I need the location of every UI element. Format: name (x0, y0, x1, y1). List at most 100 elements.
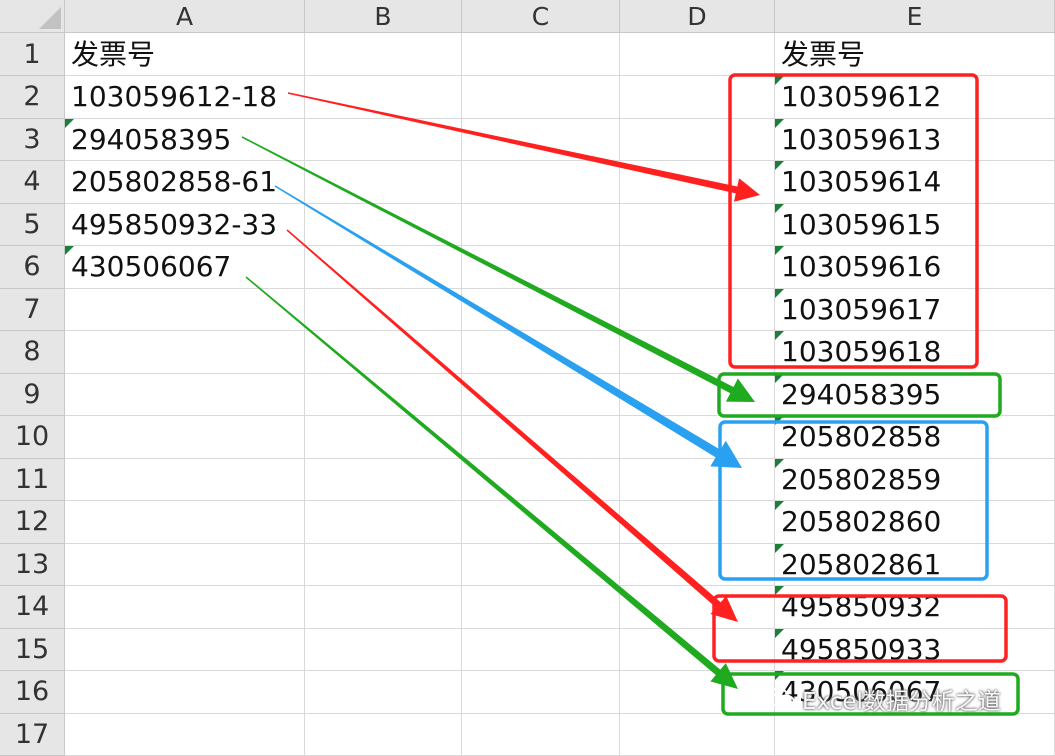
column-header-e[interactable]: E (775, 0, 1055, 33)
cell-b2[interactable] (305, 76, 462, 119)
cell-c12[interactable] (462, 501, 620, 544)
cell-a10[interactable] (65, 416, 305, 459)
cell-a15[interactable] (65, 629, 305, 672)
cell-e3[interactable]: 103059613 (775, 119, 1055, 162)
cell-b6[interactable] (305, 246, 462, 289)
cell-e11[interactable]: 205802859 (775, 459, 1055, 502)
cell-c4[interactable] (462, 161, 620, 204)
cell-c15[interactable] (462, 629, 620, 672)
row-header-3[interactable]: 3 (0, 119, 65, 162)
cell-c6[interactable] (462, 246, 620, 289)
row-header-10[interactable]: 10 (0, 416, 65, 459)
cell-d3[interactable] (620, 119, 775, 162)
cell-b17[interactable] (305, 714, 462, 756)
cell-a5[interactable]: 495850932-33 (65, 204, 305, 247)
cell-b11[interactable] (305, 459, 462, 502)
row-header-4[interactable]: 4 (0, 161, 65, 204)
cell-e17[interactable] (775, 714, 1055, 756)
cell-d16[interactable] (620, 671, 775, 714)
cell-e1[interactable]: 发票号 (775, 33, 1055, 76)
cell-d5[interactable] (620, 204, 775, 247)
cell-e15[interactable]: 495850933 (775, 629, 1055, 672)
cell-a11[interactable] (65, 459, 305, 502)
cell-d12[interactable] (620, 501, 775, 544)
cell-a3[interactable]: 294058395 (65, 119, 305, 162)
cell-a16[interactable] (65, 671, 305, 714)
cell-c7[interactable] (462, 289, 620, 332)
cell-b14[interactable] (305, 586, 462, 629)
cell-b8[interactable] (305, 331, 462, 374)
cell-b10[interactable] (305, 416, 462, 459)
cell-c8[interactable] (462, 331, 620, 374)
cell-c3[interactable] (462, 119, 620, 162)
cell-e12[interactable]: 205802860 (775, 501, 1055, 544)
cell-d9[interactable] (620, 374, 775, 417)
cell-b16[interactable] (305, 671, 462, 714)
cell-a9[interactable] (65, 374, 305, 417)
cell-e4[interactable]: 103059614 (775, 161, 1055, 204)
cell-d15[interactable] (620, 629, 775, 672)
row-header-17[interactable]: 17 (0, 714, 65, 756)
cell-a1[interactable]: 发票号 (65, 33, 305, 76)
cell-a13[interactable] (65, 544, 305, 587)
cell-c2[interactable] (462, 76, 620, 119)
select-all-corner[interactable] (0, 0, 65, 33)
cell-b1[interactable] (305, 33, 462, 76)
cell-d11[interactable] (620, 459, 775, 502)
cell-d2[interactable] (620, 76, 775, 119)
cell-b3[interactable] (305, 119, 462, 162)
cell-b12[interactable] (305, 501, 462, 544)
cell-c1[interactable] (462, 33, 620, 76)
cell-a17[interactable] (65, 714, 305, 756)
cell-c5[interactable] (462, 204, 620, 247)
row-header-12[interactable]: 12 (0, 501, 65, 544)
column-header-c[interactable]: C (462, 0, 620, 33)
cell-c16[interactable] (462, 671, 620, 714)
cell-d14[interactable] (620, 586, 775, 629)
cell-e7[interactable]: 103059617 (775, 289, 1055, 332)
row-header-2[interactable]: 2 (0, 76, 65, 119)
cell-e2[interactable]: 103059612 (775, 76, 1055, 119)
row-header-5[interactable]: 5 (0, 204, 65, 247)
cell-a14[interactable] (65, 586, 305, 629)
cell-c11[interactable] (462, 459, 620, 502)
cell-d6[interactable] (620, 246, 775, 289)
column-header-b[interactable]: B (305, 0, 462, 33)
cell-c9[interactable] (462, 374, 620, 417)
cell-a4[interactable]: 205802858-61 (65, 161, 305, 204)
cell-b13[interactable] (305, 544, 462, 587)
cell-b7[interactable] (305, 289, 462, 332)
cell-e9[interactable]: 294058395 (775, 374, 1055, 417)
row-header-13[interactable]: 13 (0, 544, 65, 587)
cell-b15[interactable] (305, 629, 462, 672)
cell-d7[interactable] (620, 289, 775, 332)
cell-d1[interactable] (620, 33, 775, 76)
cell-a12[interactable] (65, 501, 305, 544)
cell-d17[interactable] (620, 714, 775, 756)
cell-d10[interactable] (620, 416, 775, 459)
cell-d8[interactable] (620, 331, 775, 374)
cell-c14[interactable] (462, 586, 620, 629)
cell-e13[interactable]: 205802861 (775, 544, 1055, 587)
row-header-8[interactable]: 8 (0, 331, 65, 374)
row-header-15[interactable]: 15 (0, 629, 65, 672)
cell-e6[interactable]: 103059616 (775, 246, 1055, 289)
row-header-14[interactable]: 14 (0, 586, 65, 629)
cell-a2[interactable]: 103059612-18 (65, 76, 305, 119)
row-header-6[interactable]: 6 (0, 246, 65, 289)
cell-d13[interactable] (620, 544, 775, 587)
row-header-7[interactable]: 7 (0, 289, 65, 332)
cell-c13[interactable] (462, 544, 620, 587)
cell-e10[interactable]: 205802858 (775, 416, 1055, 459)
column-header-a[interactable]: A (65, 0, 305, 33)
cell-e8[interactable]: 103059618 (775, 331, 1055, 374)
row-header-11[interactable]: 11 (0, 459, 65, 502)
cell-a7[interactable] (65, 289, 305, 332)
cell-a6[interactable]: 430506067 (65, 246, 305, 289)
row-header-1[interactable]: 1 (0, 33, 65, 76)
cell-c10[interactable] (462, 416, 620, 459)
cell-b4[interactable] (305, 161, 462, 204)
row-header-16[interactable]: 16 (0, 671, 65, 714)
cell-d4[interactable] (620, 161, 775, 204)
column-header-d[interactable]: D (620, 0, 775, 33)
